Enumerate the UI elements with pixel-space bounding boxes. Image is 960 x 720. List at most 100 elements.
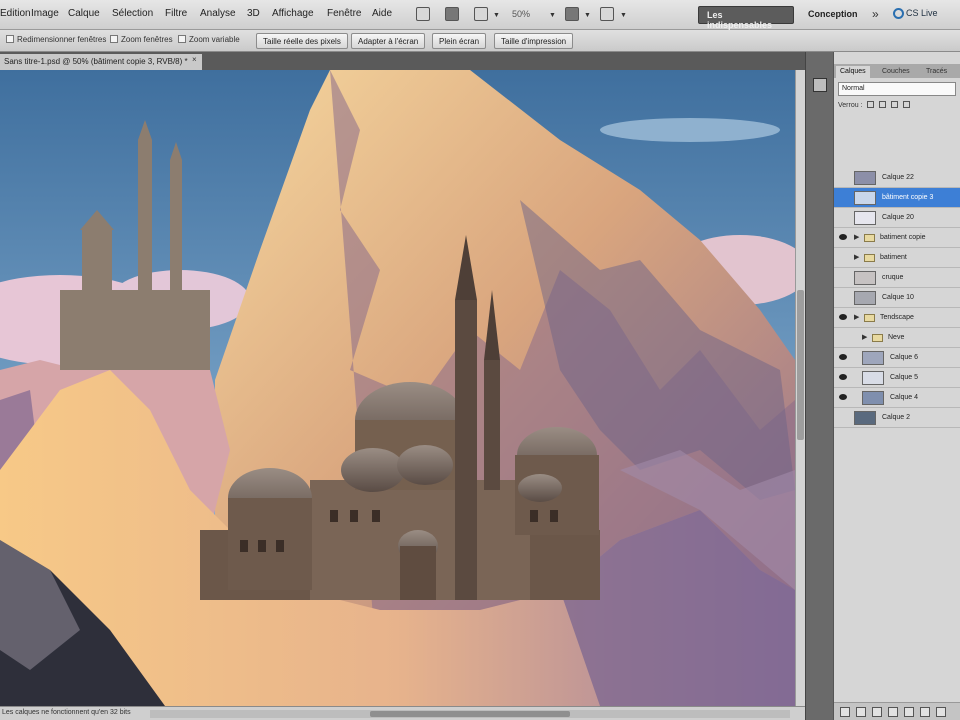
chevron-down-icon[interactable]: ▼ xyxy=(620,12,627,19)
expand-group-icon[interactable]: ▶ xyxy=(862,333,867,341)
fx-icon[interactable] xyxy=(856,707,866,717)
visibility-eye-icon[interactable] xyxy=(839,314,847,320)
menu-edition[interactable]: Edition xyxy=(0,8,31,19)
layer-row[interactable]: Calque 2 xyxy=(834,408,960,428)
workspace-essentials-button[interactable]: Les indispensables xyxy=(698,6,794,30)
menu-aide[interactable]: Aide xyxy=(372,8,392,19)
visibility-eye-icon[interactable] xyxy=(839,394,847,400)
fit-screen-button[interactable]: Adapter à l'écran xyxy=(351,33,426,49)
tab-paths[interactable]: Tracés xyxy=(922,66,951,78)
arrange-icon[interactable] xyxy=(416,7,430,21)
vertical-scrollbar[interactable] xyxy=(795,70,805,706)
history-icon[interactable] xyxy=(813,78,827,92)
lock-pixels-icon[interactable] xyxy=(879,101,887,108)
menu-fenetre[interactable]: Fenêtre xyxy=(327,8,361,19)
lock-transparency-icon[interactable] xyxy=(867,101,875,108)
layer-row[interactable]: ▶ Neve xyxy=(834,328,960,348)
layer-row[interactable]: Calque 4 xyxy=(834,388,960,408)
expand-group-icon[interactable]: ▶ xyxy=(854,253,859,261)
actual-pixels-button[interactable]: Taille réelle des pixels xyxy=(256,33,348,49)
expand-group-icon[interactable]: ▶ xyxy=(854,313,859,321)
trash-icon[interactable] xyxy=(936,707,946,717)
close-icon[interactable]: × xyxy=(192,55,197,64)
menu-selection[interactable]: Sélection xyxy=(112,8,153,19)
menu-affichage[interactable]: Affichage xyxy=(272,8,314,19)
lock-all-icon[interactable] xyxy=(903,101,911,108)
cs-live-label[interactable]: CS Live xyxy=(906,8,938,18)
link-icon[interactable] xyxy=(840,707,850,717)
folder-icon xyxy=(864,234,875,242)
arrange-documents-icon[interactable] xyxy=(565,7,579,21)
layer-row[interactable]: Calque 10 xyxy=(834,288,960,308)
workspace-design-button[interactable]: Conception xyxy=(800,6,864,24)
visibility-eye-icon[interactable] xyxy=(839,214,847,220)
document-canvas[interactable] xyxy=(0,70,795,706)
zoom-level-field[interactable]: 50% xyxy=(508,7,550,23)
layer-name: Calque 2 xyxy=(882,414,911,421)
layers-panel-footer xyxy=(834,702,960,720)
visibility-eye-icon[interactable] xyxy=(839,234,847,240)
visibility-eye-icon[interactable] xyxy=(839,374,847,380)
new-layer-icon[interactable] xyxy=(920,707,930,717)
layer-row[interactable]: ▶ batiment copie xyxy=(834,228,960,248)
chevron-down-icon[interactable]: ▼ xyxy=(493,12,500,19)
panel-dock-strip xyxy=(805,52,833,720)
layer-row[interactable]: Calque 5 xyxy=(834,368,960,388)
fill-screen-button[interactable]: Plein écran xyxy=(432,33,487,49)
layer-row[interactable]: cruque xyxy=(834,268,960,288)
tab-layers[interactable]: Calques xyxy=(836,66,870,78)
chevron-down-icon[interactable]: ▼ xyxy=(549,12,556,19)
mask-icon[interactable] xyxy=(872,707,882,717)
screen-icon[interactable] xyxy=(600,7,614,21)
more-workspaces-icon[interactable]: » xyxy=(872,7,879,21)
menu-filtre[interactable]: Filtre xyxy=(165,8,187,19)
layer-row[interactable]: bâtiment copie 3 xyxy=(834,188,960,208)
layers-list: Calque 22 bâtiment copie 3 Calque 20 ▶ batim… xyxy=(834,168,960,428)
menu-3d[interactable]: 3D xyxy=(247,8,260,19)
layer-row[interactable]: Calque 22 xyxy=(834,168,960,188)
layer-thumbnail xyxy=(854,411,876,425)
cs-live-icon[interactable] xyxy=(893,8,904,19)
layer-row[interactable]: Calque 6 xyxy=(834,348,960,368)
layer-thumbnail xyxy=(862,351,884,365)
visibility-eye-icon[interactable] xyxy=(839,414,847,420)
layer-name: Calque 20 xyxy=(882,214,914,221)
blend-mode-select[interactable]: Normal xyxy=(838,82,956,96)
folder-icon[interactable] xyxy=(904,707,914,717)
scroll-thumb[interactable] xyxy=(370,711,570,717)
layer-row[interactable]: ▶ Tendscape xyxy=(834,308,960,328)
chevron-down-icon[interactable]: ▼ xyxy=(584,12,591,19)
layer-thumbnail xyxy=(854,171,876,185)
layer-name: Calque 4 xyxy=(890,394,919,401)
adjustment-icon[interactable] xyxy=(888,707,898,717)
menu-analyse[interactable]: Analyse xyxy=(200,8,236,19)
resize-windows-checkbox[interactable]: Redimensionner fenêtres xyxy=(6,35,106,44)
visibility-eye-icon[interactable] xyxy=(839,274,847,280)
print-size-button[interactable]: Taille d'impression xyxy=(494,33,574,49)
menu-calque[interactable]: Calque xyxy=(68,8,100,19)
horizontal-scrollbar[interactable] xyxy=(150,710,790,718)
visibility-eye-icon[interactable] xyxy=(839,254,847,260)
visibility-eye-icon[interactable] xyxy=(839,194,847,200)
visibility-eye-icon[interactable] xyxy=(839,334,847,340)
layer-name: bâtiment copie 3 xyxy=(882,194,934,201)
menu-image[interactable]: Image xyxy=(31,8,59,19)
layer-row[interactable]: Calque 20 xyxy=(834,208,960,228)
screen-mode-icon[interactable] xyxy=(445,7,459,21)
visibility-eye-icon[interactable] xyxy=(839,174,847,180)
visibility-eye-icon[interactable] xyxy=(839,354,847,360)
document-tab[interactable]: Sans titre-1.psd @ 50% (bâtiment copie 3… xyxy=(0,54,202,70)
menu-bar: Edition Image Calque Sélection Filtre An… xyxy=(0,0,960,30)
layer-row[interactable]: ▶ batiment xyxy=(834,248,960,268)
visibility-eye-icon[interactable] xyxy=(839,294,847,300)
extras-icon[interactable] xyxy=(474,7,488,21)
layer-name: batiment xyxy=(880,254,907,261)
scroll-thumb[interactable] xyxy=(797,290,804,440)
scrubby-zoom-checkbox[interactable]: Zoom variable xyxy=(178,35,240,44)
expand-group-icon[interactable]: ▶ xyxy=(854,233,859,241)
layer-thumbnail xyxy=(854,271,876,285)
layer-thumbnail xyxy=(854,211,876,225)
zoom-windows-checkbox[interactable]: Zoom fenêtres xyxy=(110,35,173,44)
lock-position-icon[interactable] xyxy=(891,101,899,108)
tab-channels[interactable]: Couches xyxy=(878,66,914,78)
